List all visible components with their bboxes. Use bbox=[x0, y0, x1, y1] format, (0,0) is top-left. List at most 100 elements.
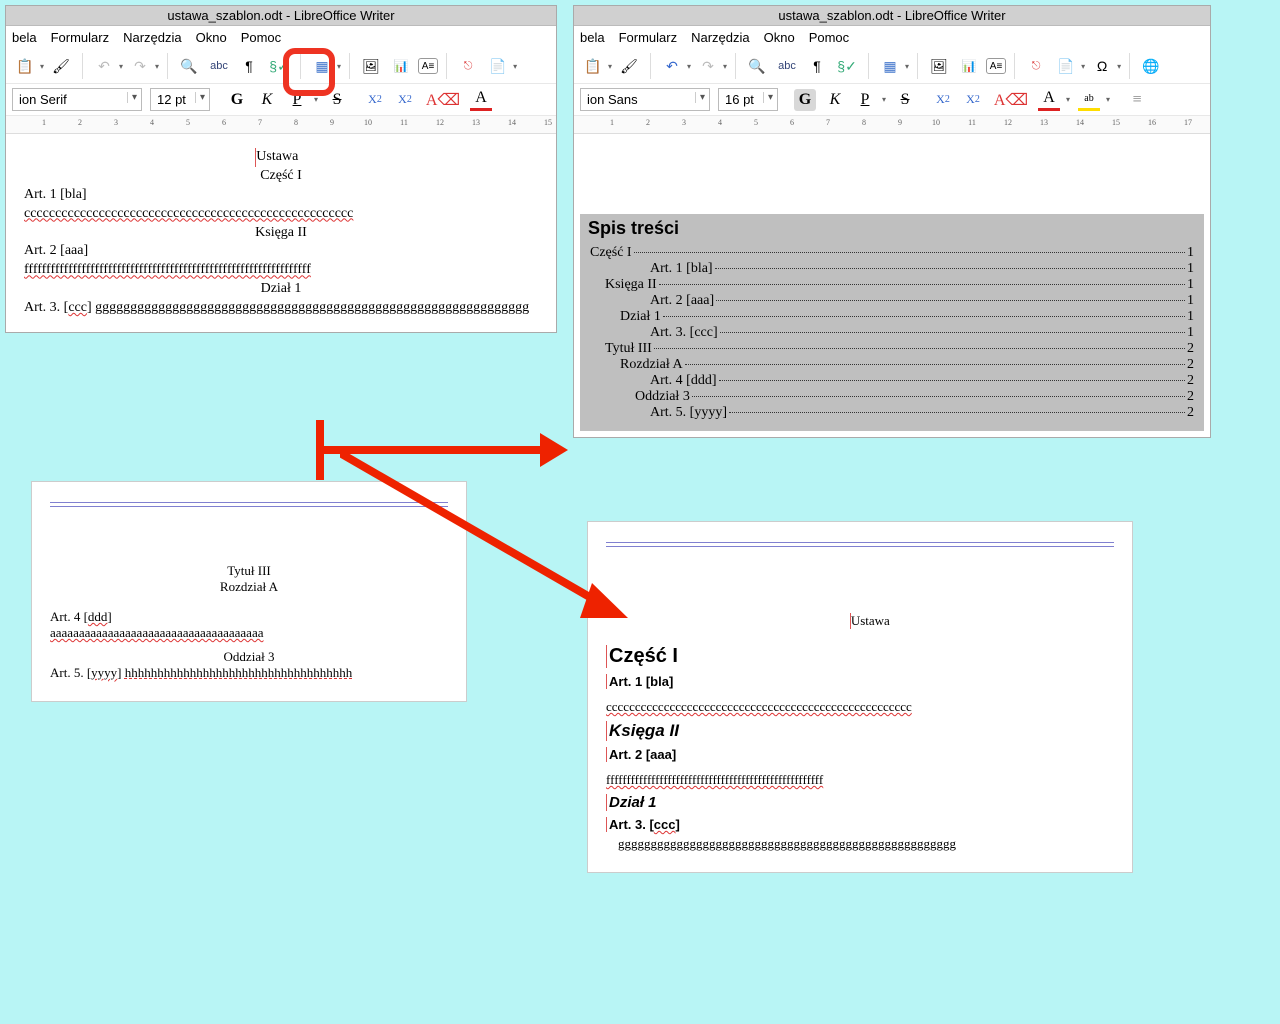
art1-formatted: Art. 1 [bla] bbox=[606, 674, 1114, 689]
find-icon[interactable]: 🔍 bbox=[744, 53, 770, 79]
chart-icon[interactable]: 📊 bbox=[956, 53, 982, 79]
art4: Art. 4 [ddd] bbox=[50, 609, 448, 625]
toc-row[interactable]: Art. 3. [ccc]1 bbox=[590, 325, 1194, 341]
bold-button[interactable]: G bbox=[794, 89, 816, 111]
menu-okno[interactable]: Okno bbox=[764, 30, 795, 45]
menu-formularz[interactable]: Formularz bbox=[51, 30, 110, 45]
highlight-button[interactable]: ab bbox=[1078, 89, 1100, 111]
ruler: 123456789101112131415161718 bbox=[574, 116, 1210, 134]
menu-okno[interactable]: Okno bbox=[196, 30, 227, 45]
italic-button[interactable]: K bbox=[256, 89, 278, 111]
size-combo[interactable]: 16 pt bbox=[718, 88, 778, 111]
section-icon[interactable]: §✓ bbox=[834, 53, 860, 79]
toc-row[interactable]: Rozdział A2 bbox=[590, 357, 1194, 373]
arrow-right bbox=[310, 415, 570, 485]
heading-oddzial: Oddział 3 bbox=[50, 649, 448, 665]
toc-row[interactable]: Tytuł III2 bbox=[590, 341, 1194, 357]
size-combo[interactable]: 12 pt bbox=[150, 88, 210, 111]
underline-button[interactable]: P bbox=[854, 89, 876, 111]
heading-ustawa: Ustawa bbox=[850, 613, 890, 629]
body-g-formatted: gggggggggggggggggggggggggggggggggggggggg… bbox=[618, 836, 1114, 852]
menu-narzedzia[interactable]: Narzędzia bbox=[123, 30, 182, 45]
body-a: aaaaaaaaaaaaaaaaaaaaaaaaaaaaaaaaaaaaa bbox=[50, 625, 448, 641]
redo-icon[interactable]: ↷ bbox=[695, 53, 721, 79]
superscript-button[interactable]: X2 bbox=[932, 89, 954, 111]
clone-format-icon[interactable]: 🖌 bbox=[48, 53, 74, 79]
toc-row[interactable]: Art. 2 [aaa]1 bbox=[590, 293, 1194, 309]
align-button[interactable]: ≡ bbox=[1126, 89, 1148, 111]
paste-icon[interactable]: 📋 bbox=[580, 53, 606, 79]
menu-formularz[interactable]: Formularz bbox=[619, 30, 678, 45]
superscript-button[interactable]: X2 bbox=[364, 89, 386, 111]
font-color-button[interactable]: A bbox=[470, 89, 492, 111]
image-icon[interactable]: 🖼 bbox=[358, 53, 384, 79]
page-break-icon[interactable]: ⎋ bbox=[1023, 53, 1049, 79]
heading-tytul: Tytuł III bbox=[50, 563, 448, 579]
font-color-button[interactable]: A bbox=[1038, 89, 1060, 111]
redo-icon[interactable]: ↷ bbox=[127, 53, 153, 79]
undo-icon[interactable]: ↶ bbox=[91, 53, 117, 79]
font-combo[interactable]: ion Serif bbox=[12, 88, 142, 111]
menubar: bela Formularz Narzędzia Okno Pomoc bbox=[574, 26, 1210, 49]
toc-row[interactable]: Art. 4 [ddd]2 bbox=[590, 373, 1194, 389]
h1-czesc: Część I bbox=[606, 645, 1114, 668]
toc-row[interactable]: Art. 1 [bla]1 bbox=[590, 261, 1194, 277]
h3-dzial: Dział 1 bbox=[606, 794, 1114, 811]
window-title: ustawa_szablon.odt - LibreOffice Writer bbox=[574, 6, 1210, 26]
underline-button[interactable]: P bbox=[286, 89, 308, 111]
clone-format-icon[interactable]: 🖌 bbox=[616, 53, 642, 79]
toolbar-main: 📋▾ 🖌 ↶▾ ↷▾ 🔍 abc ¶ §✓ ▦▾ 🖼 📊 A≡ ⎋ 📄▾ Ω▾ … bbox=[574, 49, 1210, 84]
undo-icon[interactable]: ↶ bbox=[659, 53, 685, 79]
menu-tabela[interactable]: bela bbox=[12, 30, 37, 45]
toc-row[interactable]: Księga II1 bbox=[590, 277, 1194, 293]
spellcheck-icon[interactable]: abc bbox=[206, 53, 232, 79]
table-icon[interactable]: ▦ bbox=[309, 53, 335, 79]
italic-button[interactable]: K bbox=[824, 89, 846, 111]
page-break-icon[interactable]: ⎋ bbox=[455, 53, 481, 79]
formatting-marks-icon[interactable]: ¶ bbox=[804, 53, 830, 79]
textbox-icon[interactable]: A≡ bbox=[986, 58, 1006, 74]
toc-row[interactable]: Oddział 32 bbox=[590, 389, 1194, 405]
paste-icon[interactable]: 📋 bbox=[12, 53, 38, 79]
heading-rozdzial: Rozdział A bbox=[50, 579, 448, 595]
strike-button[interactable]: S bbox=[326, 89, 348, 111]
body-c-formatted: cccccccccccccccccccccccccccccccccccccccc… bbox=[606, 699, 1114, 715]
field-icon[interactable]: 📄 bbox=[1053, 53, 1079, 79]
menu-tabela[interactable]: bela bbox=[580, 30, 605, 45]
h2-ksiega: Księga II bbox=[606, 721, 1114, 741]
strike-button[interactable]: S bbox=[894, 89, 916, 111]
chart-icon[interactable]: 📊 bbox=[388, 53, 414, 79]
toc-row[interactable]: Art. 5. [yyyy]2 bbox=[590, 405, 1194, 421]
menu-pomoc[interactable]: Pomoc bbox=[241, 30, 281, 45]
spellcheck-icon[interactable]: abc bbox=[774, 53, 800, 79]
special-char-icon[interactable]: Ω bbox=[1089, 53, 1115, 79]
document-page-1[interactable]: Ustawa Część I Art. 1 [bla] cccccccccccc… bbox=[6, 134, 556, 332]
toolbar-format: ion Serif 12 pt G K P▾ S X2 X2 A⌫ A bbox=[6, 84, 556, 116]
hyperlink-icon[interactable]: 🌐 bbox=[1138, 53, 1164, 79]
heading-ustawa: Ustawa bbox=[255, 148, 298, 167]
document-toc-area[interactable]: Spis treści Część I1Art. 1 [bla]1Księga … bbox=[574, 134, 1210, 437]
toc-title: Spis treści bbox=[580, 214, 1204, 243]
font-combo[interactable]: ion Sans bbox=[580, 88, 710, 111]
formatting-marks-icon[interactable]: ¶ bbox=[236, 53, 262, 79]
section-icon[interactable]: §✓ bbox=[266, 53, 292, 79]
field-icon[interactable]: 📄 bbox=[485, 53, 511, 79]
table-icon[interactable]: ▦ bbox=[877, 53, 903, 79]
heading-ksiega: Księga II bbox=[24, 224, 538, 243]
bold-button[interactable]: G bbox=[226, 89, 248, 111]
menu-narzedzia[interactable]: Narzędzia bbox=[691, 30, 750, 45]
image-icon[interactable]: 🖼 bbox=[926, 53, 952, 79]
subscript-button[interactable]: X2 bbox=[394, 89, 416, 111]
find-icon[interactable]: 🔍 bbox=[176, 53, 202, 79]
toc-row[interactable]: Dział 11 bbox=[590, 309, 1194, 325]
menu-pomoc[interactable]: Pomoc bbox=[809, 30, 849, 45]
toc-row[interactable]: Część I1 bbox=[590, 245, 1194, 261]
textbox-icon[interactable]: A≡ bbox=[418, 58, 438, 74]
body-f: ffffffffffffffffffffffffffffffffffffffff… bbox=[24, 261, 538, 280]
ruler: 123456789101112131415161718 bbox=[6, 116, 556, 134]
clear-format-button[interactable]: A⌫ bbox=[1000, 89, 1022, 111]
art2-formatted: Art. 2 [aaa] bbox=[606, 747, 1114, 762]
clear-format-button[interactable]: A⌫ bbox=[432, 89, 454, 111]
art3: Art. 3. [ccc] gggggggggggggggggggggggggg… bbox=[24, 299, 538, 318]
subscript-button[interactable]: X2 bbox=[962, 89, 984, 111]
